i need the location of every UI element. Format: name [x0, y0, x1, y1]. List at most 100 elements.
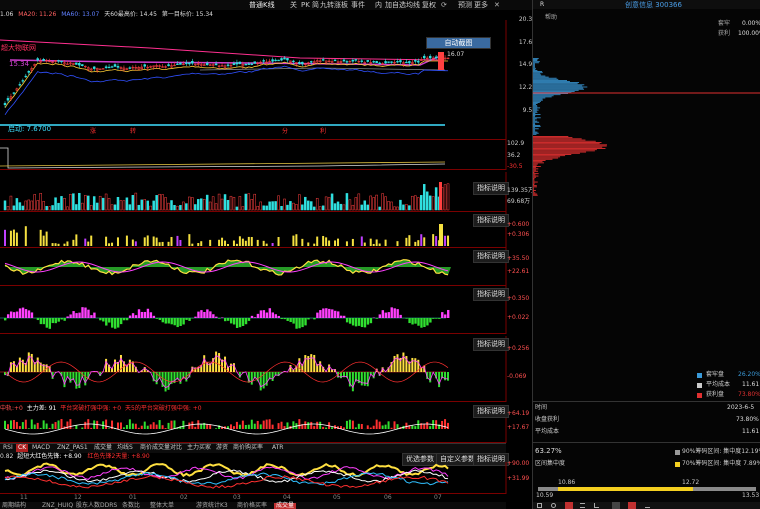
- settings-icon[interactable]: [551, 503, 556, 508]
- chip-bar-trapped: [533, 128, 539, 130]
- chart-icon[interactable]: [594, 503, 599, 508]
- chip-icon[interactable]: [565, 502, 573, 509]
- bottom-tab[interactable]: 商价格买率: [237, 503, 267, 509]
- candle: [342, 59, 346, 62]
- candle: [280, 58, 283, 61]
- refresh-icon[interactable]: ⟳: [441, 0, 447, 10]
- legend-trapped-value: 26.20%: [738, 371, 760, 378]
- tab-ck[interactable]: CK: [16, 444, 29, 452]
- toolbar-item-close[interactable]: 关: [290, 0, 297, 10]
- list-icon[interactable]: [580, 503, 585, 508]
- bottom-tab[interactable]: 周期结构: [2, 503, 26, 509]
- chip-distribution[interactable]: [533, 40, 760, 370]
- histogram-bar: [360, 318, 364, 328]
- signal-bar: [334, 240, 337, 246]
- chart-type-selector[interactable]: 普通K线: [249, 0, 275, 10]
- tab-purchase-rate[interactable]: 商价购买率: [233, 444, 263, 452]
- stat-profit-label: 收盘获利: [535, 416, 560, 423]
- bottom-tab[interactable]: ZNZ_HUIQ: [42, 503, 73, 509]
- panel-a-explain-button[interactable]: 指标说明: [473, 214, 509, 227]
- histogram-bar: [307, 318, 310, 320]
- indicator-panel-b[interactable]: [0, 248, 507, 286]
- tab-volume[interactable]: 成交量: [94, 444, 112, 452]
- volume-bar: [274, 201, 277, 211]
- flow-bar: [387, 421, 390, 429]
- panel-c-explain-button[interactable]: 指标说明: [473, 288, 509, 301]
- histogram-bar: [152, 315, 156, 318]
- toolbar-item-events[interactable]: 事件: [351, 0, 365, 10]
- panel-e-explain-button[interactable]: 指标说明: [473, 405, 509, 418]
- volume-bar: [434, 187, 438, 211]
- signal-bar: [238, 236, 241, 246]
- signal-bar: [24, 226, 27, 246]
- volume-panel[interactable]: [0, 172, 507, 212]
- window-icon[interactable]: [612, 502, 620, 509]
- tab-price-volume[interactable]: 商价成交量对比: [140, 444, 182, 452]
- volume-bar: [268, 201, 271, 211]
- toolbar-item-inner[interactable]: 内: [375, 0, 382, 10]
- tab-main-buyer[interactable]: 主力买家: [187, 444, 211, 452]
- toolbar-item-forecast[interactable]: 预测: [458, 0, 472, 10]
- volume-bar: [60, 196, 63, 211]
- panel-d-explain-button[interactable]: 指标说明: [473, 338, 509, 351]
- tab-macd[interactable]: MACD: [32, 444, 50, 452]
- oscillator-panel[interactable]: [0, 140, 507, 170]
- signal-bar: [447, 235, 450, 246]
- indicator-panel-e[interactable]: [0, 413, 507, 443]
- main-diff-line: [4, 423, 449, 435]
- flow-bar: [351, 420, 354, 429]
- bottom-tab[interactable]: 股东人数DDRS: [76, 503, 117, 509]
- tab-hot-money[interactable]: 游资: [216, 444, 228, 452]
- toolbar-item-simple[interactable]: 简: [312, 0, 319, 10]
- histogram-bar: [18, 308, 22, 318]
- minimize-icon[interactable]: [645, 503, 650, 508]
- volume-bar: [336, 201, 340, 211]
- panel-mode-label[interactable]: R: [540, 1, 544, 8]
- toolbar-item-adjust[interactable]: 复权: [422, 0, 436, 10]
- signal-bar: [420, 234, 423, 246]
- bottom-tab[interactable]: 游资统计K3: [196, 503, 228, 509]
- toolbar-item-ma[interactable]: 均线: [406, 0, 420, 10]
- tab-znz-pas1[interactable]: ZNZ_PAS1: [57, 444, 88, 452]
- volume-bar: [354, 197, 358, 211]
- range-mid-high: 12.72: [682, 479, 700, 486]
- chip-bar-trapped: [533, 114, 541, 115]
- close-icon[interactable]: ✕: [494, 0, 500, 10]
- toolbar-item-pk[interactable]: PK: [301, 0, 310, 10]
- bottom-tab-active[interactable]: 成交量: [274, 503, 297, 509]
- panel-b-explain-button[interactable]: 指标说明: [473, 250, 509, 263]
- toolbar-item-more[interactable]: 更多: [474, 0, 488, 10]
- auto-screenshot-button[interactable]: 自动截图: [426, 37, 491, 49]
- volume-bar: [9, 195, 13, 211]
- volume-bar: [110, 204, 114, 211]
- tab-atr[interactable]: ATR: [272, 444, 283, 452]
- toolbar-item-limit-up[interactable]: 涨板: [334, 0, 348, 10]
- volume-bar: [33, 194, 36, 211]
- histogram-bar: [277, 315, 280, 318]
- indicator-panel-d[interactable]: [0, 336, 507, 402]
- flow-bar: [143, 421, 146, 429]
- help-label[interactable]: 帮助: [545, 12, 557, 21]
- down-icon[interactable]: [628, 502, 636, 509]
- flow-bar: [108, 428, 111, 429]
- volume-explain-button[interactable]: 指标说明: [473, 182, 509, 195]
- volume-bar: [428, 195, 432, 211]
- indicator-panel-c[interactable]: [0, 286, 507, 334]
- toolbar-item-add-watchlist[interactable]: 加自选: [385, 0, 406, 10]
- flow-bar: [298, 419, 301, 429]
- last-candle: [438, 52, 444, 70]
- chip-bar-trapped: [533, 75, 546, 77]
- tab-rsi[interactable]: RSI: [3, 444, 13, 452]
- histogram-bar: [298, 318, 301, 329]
- indicator-panel-a[interactable]: [0, 212, 507, 248]
- flow-bar: [265, 419, 268, 429]
- flow-bar: [140, 425, 143, 429]
- grid-icon[interactable]: [537, 503, 542, 508]
- toolbar-item-nine-turn[interactable]: 九转: [320, 0, 334, 10]
- tab-ma-s[interactable]: 均线S: [117, 444, 133, 452]
- bottom-indicator-panel[interactable]: [0, 462, 507, 494]
- signal-bar: [411, 357, 414, 372]
- flow-bar: [36, 422, 39, 429]
- bottom-tab[interactable]: 条数比: [122, 503, 140, 509]
- bottom-tab[interactable]: 整体大单: [150, 503, 174, 509]
